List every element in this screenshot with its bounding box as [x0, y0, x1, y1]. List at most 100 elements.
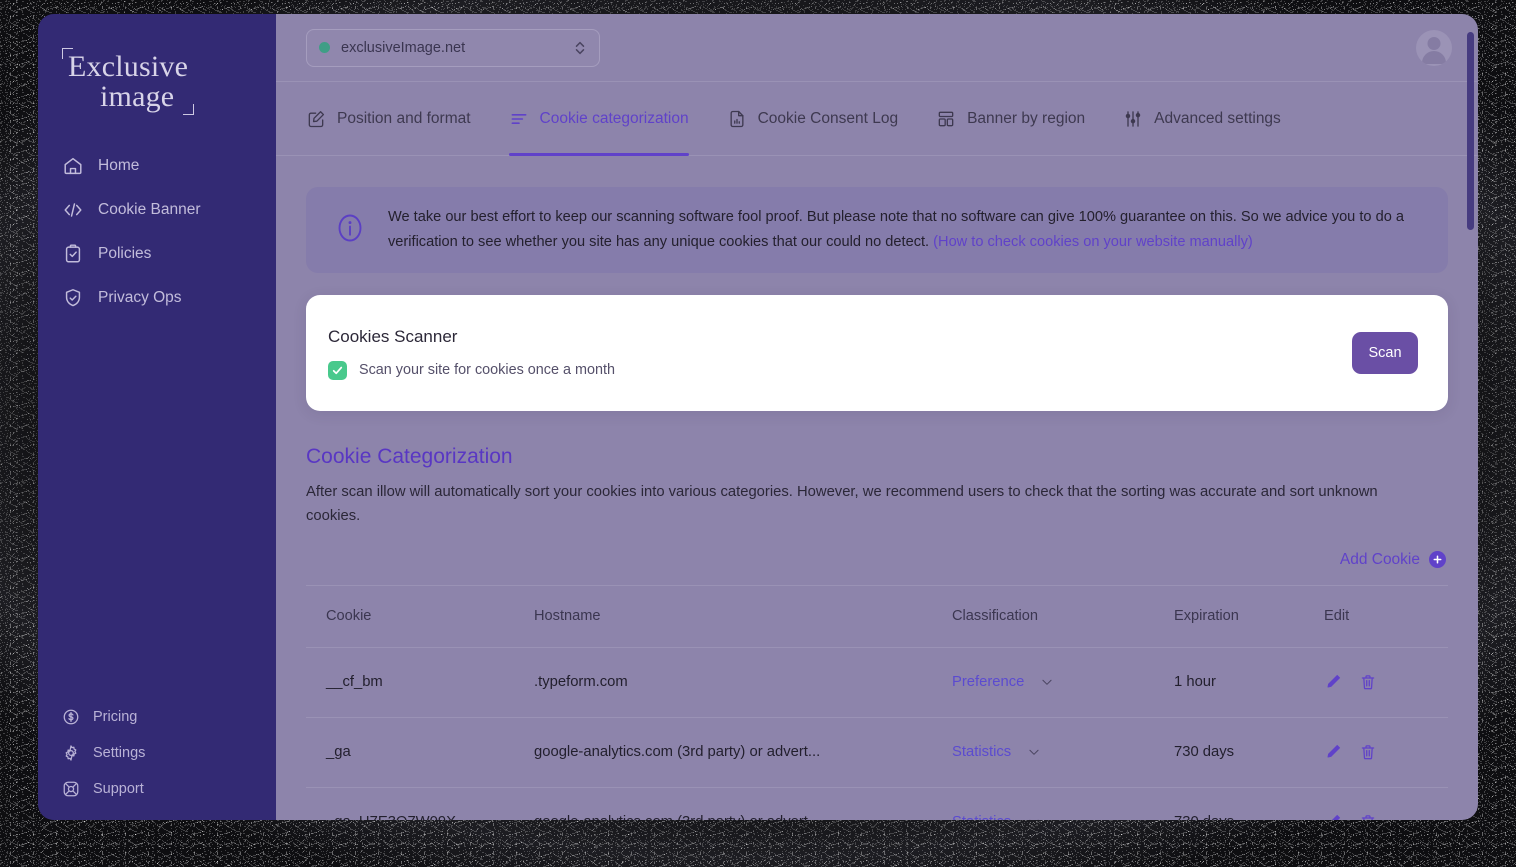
tab-banner-by-region[interactable]: Banner by region [936, 82, 1107, 156]
sidebar-item-label: Privacy Ops [98, 289, 182, 306]
site-selector[interactable]: exclusiveImage.net [306, 28, 600, 67]
delete-trash-icon[interactable] [1359, 673, 1377, 691]
table-row: __cf_bm .typeform.com Preference 1 hour [306, 648, 1448, 718]
info-banner: We take our best effort to keep our scan… [306, 187, 1448, 273]
cell-expiration: 730 days [1174, 814, 1324, 820]
edit-square-icon [306, 109, 326, 129]
tab-label: Cookie categorization [539, 109, 689, 127]
top-bar: exclusiveImage.net [276, 14, 1478, 82]
delete-trash-icon[interactable] [1359, 813, 1377, 820]
column-header-classification: Classification [952, 608, 1038, 625]
avatar-head [1427, 36, 1441, 50]
tab-label: Advanced settings [1154, 109, 1281, 127]
column-header-expiration: Expiration [1174, 608, 1239, 625]
sidebar: Exclusive image Home Cookie Banner Polic… [38, 14, 276, 820]
avatar-body [1422, 50, 1446, 64]
lifebuoy-icon [62, 780, 80, 798]
site-status-dot [319, 42, 330, 53]
sidebar-item-home[interactable]: Home [38, 146, 276, 186]
avatar[interactable] [1416, 29, 1452, 66]
edit-pencil-icon[interactable] [1324, 743, 1342, 761]
edit-pencil-icon[interactable] [1324, 673, 1342, 691]
sliders-icon [1123, 109, 1143, 129]
content-scroll-area: We take our best effort to keep our scan… [276, 157, 1478, 820]
cell-actions [1324, 743, 1448, 761]
table-header-row: Cookie Hostname Classification Expiratio… [306, 586, 1448, 648]
cell-cookie: _ga [326, 744, 351, 761]
tab-label: Position and format [337, 109, 471, 127]
gear-icon [62, 744, 80, 762]
home-icon [62, 155, 84, 177]
brand-line-1: Exclusive [68, 50, 189, 83]
sidebar-item-label: Pricing [93, 709, 138, 725]
column-header-hostname: Hostname [534, 608, 601, 625]
document-chart-icon [727, 109, 747, 129]
delete-trash-icon[interactable] [1359, 743, 1377, 761]
dollar-circle-icon [62, 708, 80, 726]
clipboard-check-icon [62, 243, 84, 265]
sidebar-item-policies[interactable]: Policies [38, 234, 276, 274]
scan-monthly-checkbox[interactable] [328, 360, 347, 380]
sidebar-item-settings[interactable]: Settings [38, 740, 276, 766]
brand-bracket-bottom-right [183, 104, 194, 115]
add-cookie-label[interactable]: Add Cookie [1340, 551, 1420, 569]
sidebar-item-label: Cookie Banner [98, 201, 201, 218]
tab-label: Banner by region [967, 109, 1086, 127]
chevron-down-icon[interactable] [1011, 815, 1057, 820]
shield-check-icon [62, 287, 84, 309]
sidebar-item-label: Home [98, 157, 140, 174]
tab-advanced-settings[interactable]: Advanced settings [1123, 82, 1303, 156]
classification-value: Preference [952, 674, 1025, 691]
tab-active-underline [508, 152, 689, 156]
scanner-card-left: Cookies Scanner Scan your site for cooki… [328, 327, 1352, 380]
tab-bar: Position and format Cookie categorizatio… [276, 82, 1478, 156]
edit-pencil-icon[interactable] [1324, 813, 1342, 820]
chevron-down-icon[interactable] [1024, 675, 1070, 689]
add-cookie-row: Add Cookie [306, 551, 1448, 569]
cell-actions [1324, 813, 1448, 820]
plus-circle-icon[interactable] [1429, 551, 1446, 569]
sidebar-item-label: Policies [98, 245, 152, 262]
column-header-cookie: Cookie [326, 608, 372, 625]
sidebar-item-label: Support [93, 781, 144, 797]
tab-cookie-consent-log[interactable]: Cookie Consent Log [727, 82, 920, 156]
scan-monthly-label: Scan your site for cookies once a month [359, 362, 615, 378]
column-header-edit: Edit [1324, 608, 1350, 625]
code-icon [62, 199, 84, 221]
tab-position-and-format[interactable]: Position and format [306, 82, 493, 156]
sidebar-bottom-corner [38, 798, 276, 820]
sidebar-item-privacy-ops[interactable]: Privacy Ops [38, 278, 276, 318]
list-icon [509, 109, 529, 129]
info-banner-link[interactable]: (How to check cookies on your website ma… [933, 234, 1253, 250]
cookie-categorization-title: Cookie Categorization [306, 445, 513, 468]
scanner-title: Cookies Scanner [328, 326, 458, 346]
scan-button[interactable]: Scan [1352, 332, 1418, 374]
cookies-scanner-card: Cookies Scanner Scan your site for cooki… [306, 295, 1448, 411]
app-window: Exclusive image Home Cookie Banner Polic… [38, 14, 1478, 820]
cell-hostname: google-analytics.com (3rd party) or adve… [534, 744, 821, 761]
cell-expiration: 730 days [1174, 744, 1235, 761]
cookie-categorization-description: After scan illow will automatically sort… [306, 484, 1378, 524]
scrollbar-thumb[interactable] [1467, 32, 1474, 230]
table-row: _ga google-analytics.com (3rd party) or … [306, 718, 1448, 788]
info-banner-text: We take our best effort to keep our scan… [388, 205, 1426, 254]
sidebar-item-pricing[interactable]: Pricing [38, 704, 276, 730]
chevron-down-icon[interactable] [1011, 745, 1057, 759]
cell-cookie: _ga_H7E3Q7W09X [306, 814, 534, 820]
classification-value: Statistics [952, 814, 1011, 820]
layout-icon [936, 109, 956, 129]
sidebar-nav: Home Cookie Banner Policies Privacy Ops [38, 146, 276, 318]
info-icon [332, 210, 368, 251]
cell-classification: Statistics [952, 814, 1174, 820]
sidebar-item-cookie-banner[interactable]: Cookie Banner [38, 190, 276, 230]
chevron-up-down-icon [573, 38, 587, 58]
brand-line-2: image [100, 80, 175, 113]
cell-hostname: .typeform.com [534, 674, 628, 691]
site-selector-value: exclusiveImage.net [341, 39, 466, 56]
main-content: exclusiveImage.net Position and format C… [276, 14, 1478, 820]
scanner-checkbox-row: Scan your site for cookies once a month [328, 360, 1352, 380]
tab-cookie-categorization[interactable]: Cookie categorization [508, 82, 711, 156]
cell-hostname: google-analytics.com (3rd party) or adve… [534, 814, 952, 820]
brand-logo: Exclusive image [60, 48, 210, 116]
cell-actions [1324, 673, 1448, 691]
